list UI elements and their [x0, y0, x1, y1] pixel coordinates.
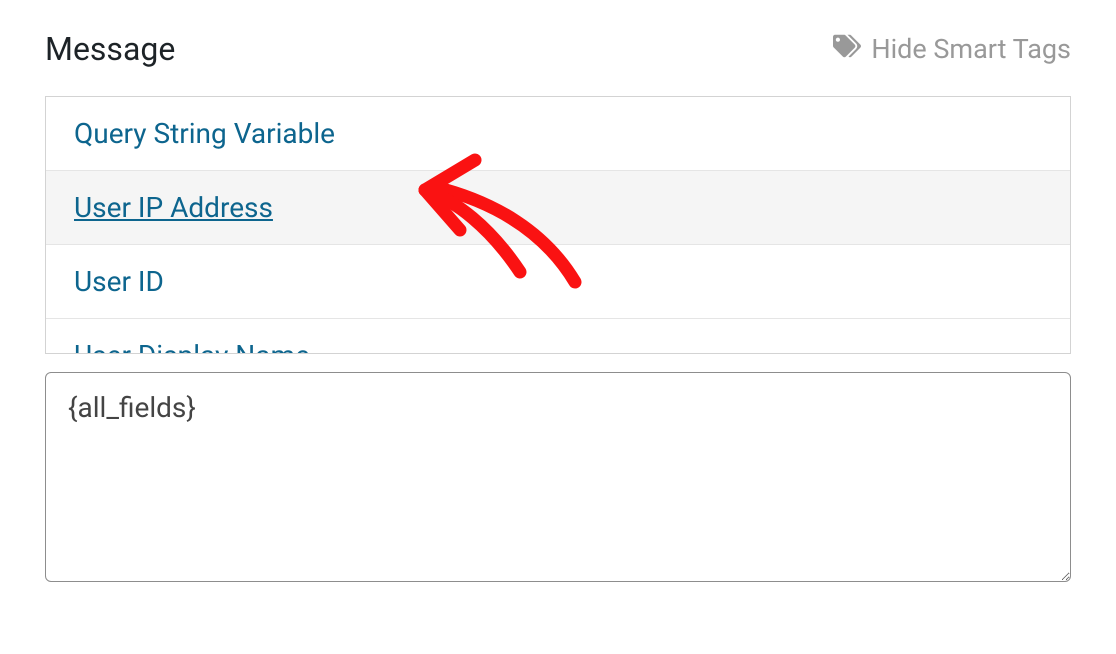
smart-tag-item[interactable]: User ID — [46, 245, 1070, 319]
smart-tag-item[interactable]: User IP Address — [46, 171, 1070, 245]
tags-icon — [833, 32, 861, 67]
smart-tag-label: Query String Variable — [74, 117, 335, 150]
smart-tag-label: User ID — [74, 265, 164, 298]
hide-smart-tags-label: Hide Smart Tags — [871, 33, 1071, 65]
smart-tags-panel: Query String Variable User IP Address Us… — [45, 96, 1071, 354]
message-textarea[interactable] — [45, 372, 1071, 582]
smart-tag-label: User IP Address — [74, 191, 273, 224]
hide-smart-tags-button[interactable]: Hide Smart Tags — [833, 32, 1071, 67]
smart-tag-item[interactable]: User Display Name — [46, 319, 1070, 353]
smart-tag-label: User Display Name — [74, 339, 310, 353]
smart-tag-item[interactable]: Query String Variable — [46, 97, 1070, 171]
page-title: Message — [45, 30, 175, 68]
